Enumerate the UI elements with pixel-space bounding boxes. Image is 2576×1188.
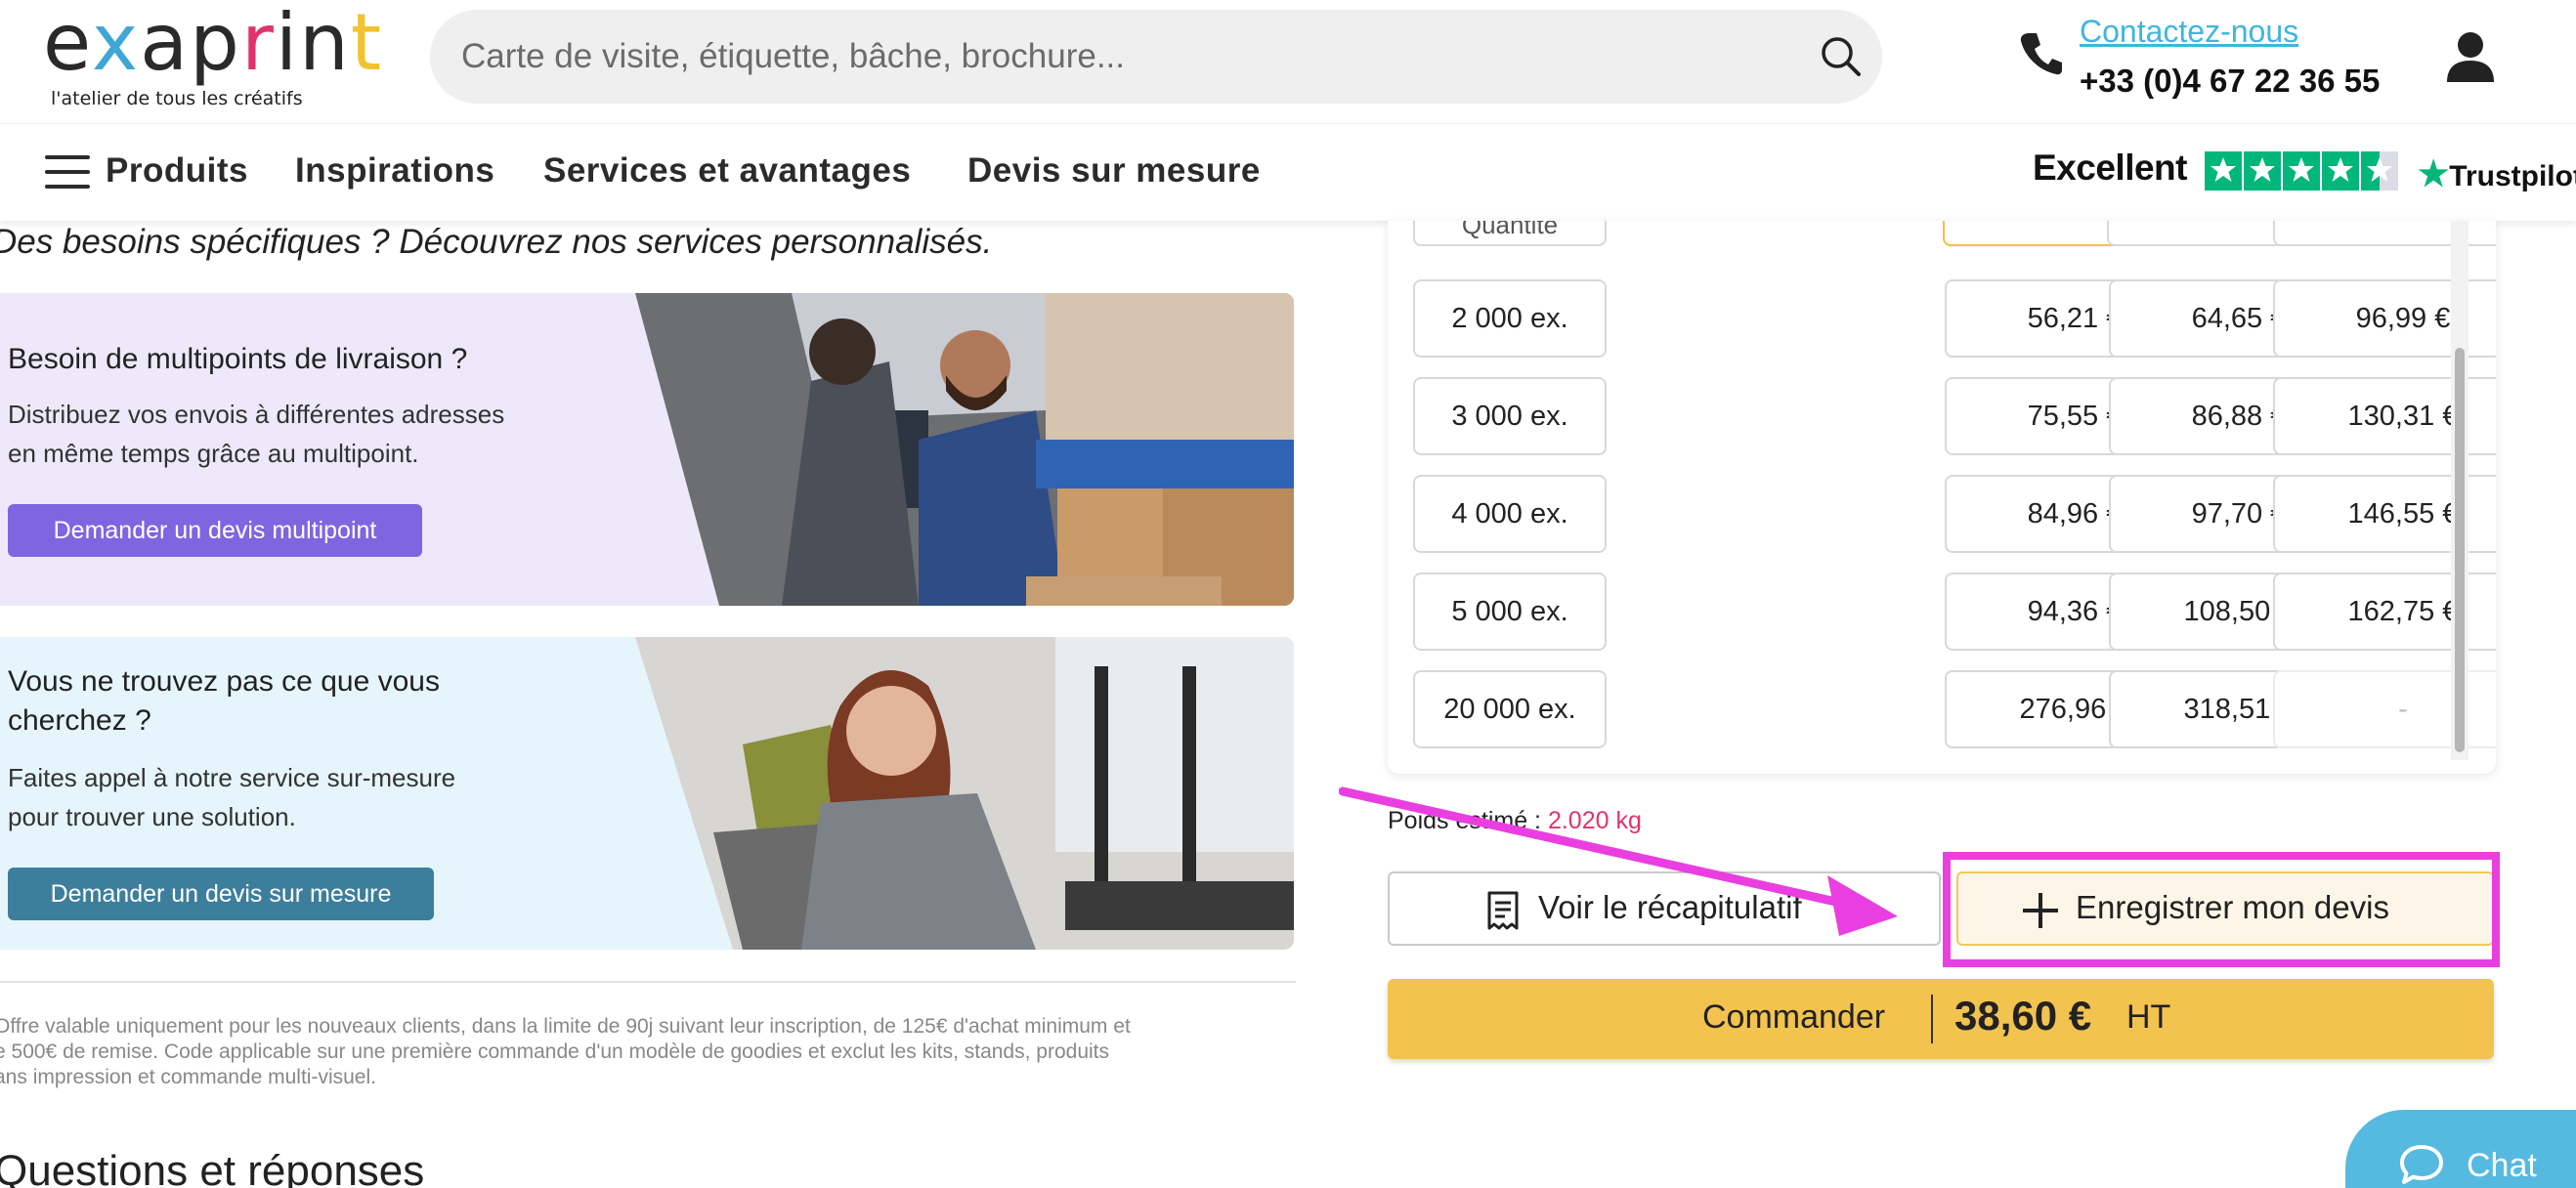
custom-request-text-2: pour trouver une solution. <box>8 802 296 831</box>
order-label: Commander <box>1702 998 1886 1036</box>
phone-icon <box>2020 33 2062 75</box>
qty-header-cell: Quantité <box>1413 221 1607 246</box>
legal-line-1: Offre valable uniquement pour les nouvea… <box>0 1015 1131 1038</box>
trustpilot-stars[interactable] <box>2205 151 2400 191</box>
exaprint-logo[interactable]: exaprint l'atelier de tous les créatifs <box>43 4 414 113</box>
custom-request-title-2: cherchez ? <box>8 704 151 737</box>
logo-tagline: l'atelier de tous les créatifs <box>51 88 303 109</box>
price-table: Quantité 2 000 ex. 56,21 € 64,65 € 96,99… <box>1388 221 2496 774</box>
multipoint-text-1: Distribuez vos envois à différentes adre… <box>8 400 505 429</box>
contact-link[interactable]: Contactez-nous <box>2080 14 2298 50</box>
support-agent-photo <box>635 637 1294 950</box>
legal-line-2: e 500€ de remise. Code applicable sur un… <box>0 1040 1109 1063</box>
nav-item-produits[interactable]: Produits <box>106 151 248 191</box>
legal-line-3: ans impression et commande multi-visuel. <box>0 1066 376 1088</box>
nav-item-services[interactable]: Services et avantages <box>543 151 911 191</box>
order-tax-label: HT <box>2126 998 2171 1036</box>
highlight-annotation-box <box>1943 852 2500 967</box>
chat-bubble-icon <box>2400 1145 2443 1184</box>
arrow-annotation <box>1339 786 1898 936</box>
custom-request-title-1: Vous ne trouvez pas ce que vous <box>8 665 440 698</box>
table-scrollbar-thumb[interactable] <box>2455 348 2465 752</box>
account-icon[interactable] <box>2441 27 2500 86</box>
main-navigation: Produits Inspirations Services et avanta… <box>0 123 2576 221</box>
multipoint-card: Besoin de multipoints de livraison ? Dis… <box>0 293 1294 606</box>
custom-quote-button[interactable]: Demander un devis sur mesure <box>8 868 434 920</box>
logo-wordmark: exaprint <box>43 0 384 88</box>
trustpilot-rating-text: Excellent <box>2033 148 2187 188</box>
qty-cell: 3 000 ex. <box>1413 377 1607 455</box>
chat-button[interactable]: Chat <box>2345 1110 2576 1188</box>
qty-cell: 2 000 ex. <box>1413 279 1607 358</box>
search-input[interactable] <box>461 31 1732 82</box>
order-button[interactable]: Commander 38,60 € HT <box>1388 979 2494 1059</box>
order-price: 38,60 € <box>1954 993 2092 1039</box>
faq-title: Questions et réponses <box>0 1147 425 1188</box>
multipoint-quote-button[interactable]: Demander un devis multipoint <box>8 504 422 557</box>
nav-item-inspirations[interactable]: Inspirations <box>295 151 494 191</box>
custom-request-text-1: Faites appel à notre service sur-mesure <box>8 763 456 792</box>
qty-header-label: Quantité <box>1461 221 1559 239</box>
multipoint-title: Besoin de multipoints de livraison ? <box>8 343 468 375</box>
menu-icon[interactable] <box>45 155 90 189</box>
nav-item-devis[interactable]: Devis sur mesure <box>967 151 1261 191</box>
qty-cell: 20 000 ex. <box>1413 670 1607 748</box>
custom-request-card: Vous ne trouvez pas ce que vous cherchez… <box>0 637 1294 950</box>
offer-legal-notice: Offre valable uniquement pour les nouvea… <box>0 1014 1294 1090</box>
qty-cell: 4 000 ex. <box>1413 475 1607 553</box>
multipoint-text-2: en même temps grâce au multipoint. <box>8 439 419 468</box>
phone-number: +33 (0)4 67 22 36 55 <box>2080 63 2381 99</box>
delivery-photo <box>635 293 1294 606</box>
section-divider <box>0 981 1296 983</box>
trustpilot-logo[interactable]: ★Trustpilot <box>2418 153 2576 194</box>
search-icon[interactable] <box>1818 33 1865 80</box>
qty-cell: 5 000 ex. <box>1413 573 1607 651</box>
trustpilot-brand: Trustpilot <box>2449 160 2576 192</box>
search-bar <box>430 10 1882 104</box>
site-header: exaprint l'atelier de tous les créatifs … <box>0 0 2576 123</box>
chat-label: Chat <box>2467 1147 2537 1184</box>
trustpilot-star-icon: ★ <box>2418 153 2450 193</box>
services-intro: Des besoins spécifiques ? Découvrez nos … <box>0 223 993 261</box>
order-separator <box>1931 995 1933 1043</box>
